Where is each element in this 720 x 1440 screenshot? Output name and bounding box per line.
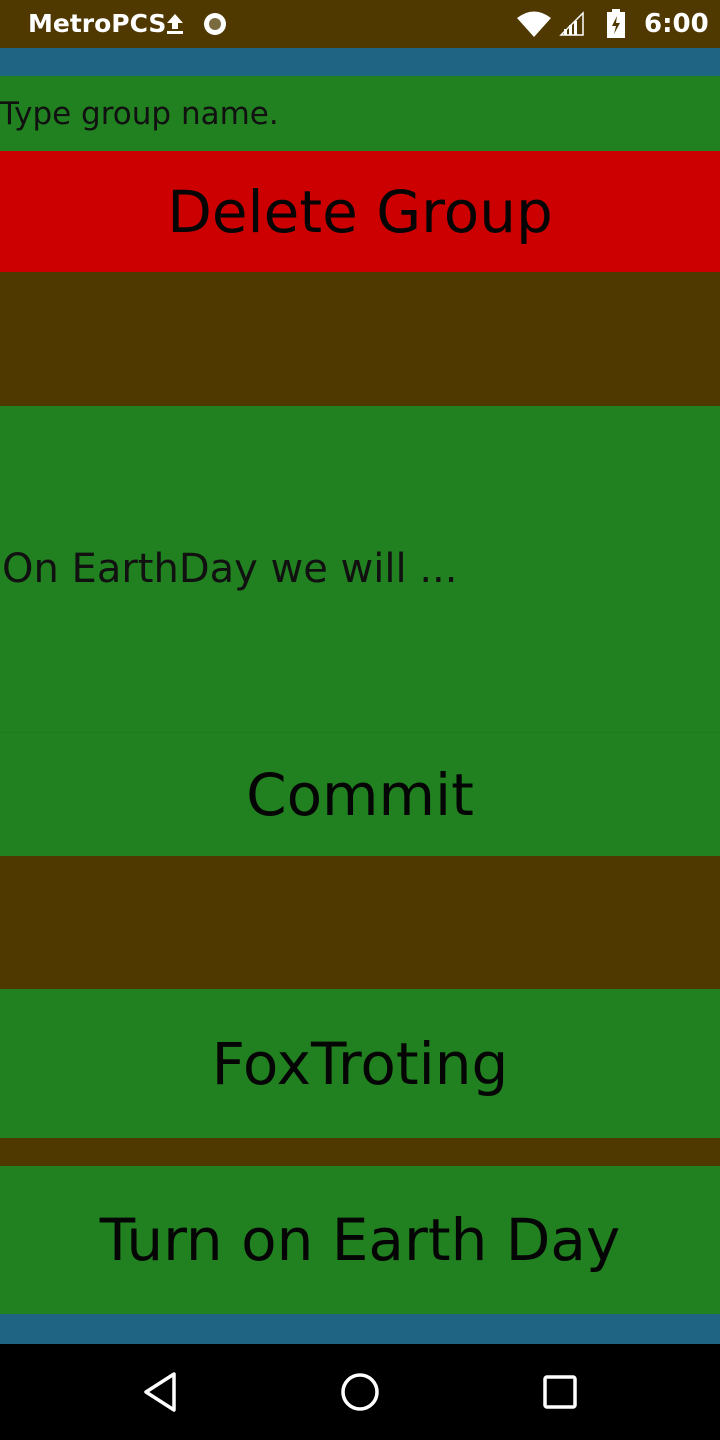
pledge-placeholder: On EarthDay we will ... [2, 546, 458, 592]
signal-icon [559, 11, 584, 36]
top-divider-strip [0, 48, 720, 76]
record-icon [204, 13, 226, 35]
carrier-name: MetroPCS [28, 9, 167, 38]
battery-icon [607, 9, 625, 38]
clock: 6:00 [644, 9, 709, 39]
foxtroting-button[interactable]: FoxTroting [0, 989, 720, 1138]
delete-group-button[interactable]: Delete Group [0, 151, 720, 272]
delete-group-label: Delete Group [167, 177, 553, 246]
pledge-text-field[interactable]: On EarthDay we will ... [0, 406, 720, 732]
status-bar: MetroPCS 6:00 [0, 0, 720, 48]
recent-apps-icon[interactable] [540, 1372, 580, 1412]
spacer [0, 272, 720, 406]
back-icon[interactable] [140, 1370, 180, 1414]
spacer [0, 1138, 720, 1166]
bottom-divider-strip [0, 1314, 720, 1344]
screen: MetroPCS 6:00 Delete Group O [0, 0, 720, 1440]
group-name-input[interactable] [0, 76, 720, 151]
spacer [0, 856, 720, 989]
commit-label: Commit [246, 760, 474, 829]
foxtroting-label: FoxTroting [211, 1029, 509, 1098]
turn-on-earth-day-label: Turn on Earth Day [99, 1206, 621, 1274]
home-icon[interactable] [338, 1370, 382, 1414]
upload-icon [167, 14, 183, 34]
turn-on-earth-day-button[interactable]: Turn on Earth Day [0, 1166, 720, 1314]
wifi-icon [517, 11, 551, 37]
commit-button[interactable]: Commit [0, 732, 720, 856]
